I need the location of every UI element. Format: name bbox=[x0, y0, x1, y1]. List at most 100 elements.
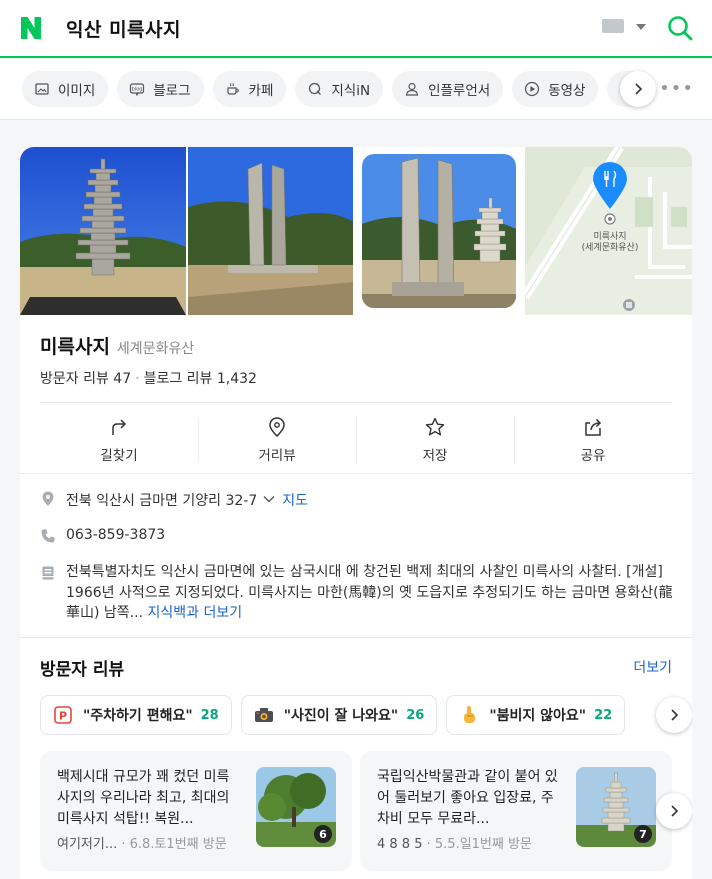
camera-icon bbox=[254, 705, 274, 725]
review-card[interactable]: 백제시대 규모가 꽤 컸던 미륵사지의 우리나라 최고, 최대의 미륵사지 석탑… bbox=[40, 751, 352, 871]
review-photo[interactable]: 6 bbox=[256, 767, 336, 847]
directions-icon bbox=[112, 418, 127, 435]
streetview-button[interactable]: 거리뷰 bbox=[198, 403, 356, 472]
visitor-review-count[interactable]: 방문자 리뷰 47 bbox=[40, 371, 131, 387]
search-query[interactable]: 익산 미륵사지 bbox=[66, 15, 181, 42]
keyword-chip[interactable]: P "주차하기 편해요" 28 bbox=[40, 695, 232, 735]
tab-label: 이미지 bbox=[58, 82, 96, 99]
map-label-category: (세계문화유산) bbox=[581, 241, 638, 253]
address-text[interactable]: 전북 익산시 금마면 기양리 32-7 bbox=[66, 490, 257, 510]
photo-count-badge: 7 bbox=[634, 825, 652, 843]
search-icon[interactable] bbox=[666, 14, 694, 42]
place-name[interactable]: 미륵사지 bbox=[40, 332, 110, 359]
keyword-text: "주차하기 편해요" bbox=[83, 708, 193, 724]
person-icon bbox=[404, 81, 420, 97]
place-category: 세계문화유산 bbox=[116, 341, 195, 357]
tab-label: 카페 bbox=[248, 82, 274, 99]
review-text: 백제시대 규모가 꽤 컸던 미륵사지의 우리나라 최고, 최대의 미륵사지 석탑… bbox=[57, 769, 230, 827]
tab-label: 지식iN bbox=[331, 82, 371, 99]
review-more-link[interactable]: 더보기 bbox=[633, 657, 672, 677]
review-visit-info: · 5.5.일1번째 방문 bbox=[426, 837, 532, 852]
review-meta: 4 8 8 5 · 5.5.일1번째 방문 bbox=[377, 833, 532, 852]
map-thumbnail[interactable]: 미륵사지 (세계문화유산) bbox=[524, 147, 692, 315]
action-label: 거리뷰 bbox=[258, 447, 296, 464]
chevron-right-icon bbox=[671, 805, 679, 817]
description: 전북특별자치도 익산시 금마면에 있는 삼국시대 에 창건된 백제 최대의 사찰… bbox=[66, 562, 676, 624]
review-photo[interactable]: 7 bbox=[576, 767, 656, 847]
review-text: 국립익산박물관과 같이 붙어 있어 둘러보기 좋아요 입장료, 주차비 모두 무… bbox=[377, 769, 558, 827]
tab-label: 인플루언서 bbox=[428, 82, 491, 99]
map-label: 미륵사지 bbox=[593, 231, 626, 242]
action-label: 길찾기 bbox=[100, 447, 138, 464]
map-link[interactable]: 지도 bbox=[282, 490, 308, 510]
encyclopedia-more-link[interactable]: 지식백과 더보기 bbox=[147, 605, 242, 621]
svg-text:P: P bbox=[59, 710, 67, 723]
action-label: 저장 bbox=[422, 447, 448, 464]
image-icon bbox=[34, 81, 50, 97]
keyword-chip[interactable]: "붐비지 않아요" 22 bbox=[446, 695, 626, 735]
streetview-pin-icon bbox=[269, 416, 285, 437]
review-cards-next-button[interactable] bbox=[656, 793, 692, 829]
tab-influencer[interactable]: 인플루언서 bbox=[392, 70, 504, 107]
phone-row: 063-859-3873 bbox=[40, 527, 165, 544]
divider bbox=[20, 473, 692, 474]
chevron-down-icon[interactable] bbox=[262, 492, 276, 506]
place-title-row: 미륵사지 세계문화유산 bbox=[40, 332, 194, 359]
pointing-hand-icon bbox=[459, 705, 479, 725]
location-pin-icon bbox=[42, 491, 54, 506]
tab-label: 블로그 bbox=[153, 82, 191, 99]
phone-icon bbox=[41, 529, 55, 543]
tab-video[interactable]: 동영상 bbox=[512, 70, 599, 107]
address-row: 전북 익산시 금마면 기양리 32-7 지도 bbox=[40, 490, 308, 510]
save-button[interactable]: 저장 bbox=[356, 403, 514, 472]
search-header: 익산 미륵사지 bbox=[0, 0, 712, 58]
chevron-right-icon bbox=[671, 709, 679, 721]
review-meta: 여기저기... · 6.8.토1번째 방문 bbox=[57, 833, 227, 852]
review-visit-info: · 6.8.토1번째 방문 bbox=[121, 837, 227, 852]
divider bbox=[20, 637, 692, 638]
keyword-text: "사진이 잘 나와요" bbox=[283, 708, 399, 724]
photo-pagoda[interactable] bbox=[20, 147, 186, 315]
search-tabs: 이미지 blog 블로그 카페 지식iN 인플루언서 동영상 ••• bbox=[0, 58, 712, 120]
tab-image[interactable]: 이미지 bbox=[22, 70, 109, 107]
share-button[interactable]: 공유 bbox=[514, 403, 672, 472]
review-keywords: P "주차하기 편해요" 28 "사진이 잘 나와요" 26 "붐비지 않아요"… bbox=[40, 695, 634, 735]
knowledge-q-icon bbox=[307, 81, 323, 97]
chevron-right-icon bbox=[635, 83, 643, 95]
keyword-chip[interactable]: "사진이 잘 나와요" 26 bbox=[240, 695, 438, 735]
svg-text:blog: blog bbox=[132, 86, 143, 92]
keyboard-icon[interactable] bbox=[602, 19, 624, 33]
place-actions: 길찾기 거리뷰 저장 공유 bbox=[40, 402, 672, 472]
share-icon bbox=[585, 418, 602, 436]
action-label: 공유 bbox=[580, 447, 606, 464]
phone-number[interactable]: 063-859-3873 bbox=[66, 527, 165, 543]
play-icon bbox=[524, 81, 540, 97]
naver-logo[interactable] bbox=[18, 15, 44, 41]
keyword-text: "붐비지 않아요" bbox=[489, 708, 587, 724]
blog-review-count[interactable]: 블로그 리뷰 1,432 bbox=[144, 371, 257, 387]
review-author: 4 8 8 5 bbox=[377, 837, 423, 852]
star-icon bbox=[425, 417, 445, 435]
tab-label: 동영상 bbox=[548, 82, 586, 99]
chevron-down-icon[interactable] bbox=[636, 24, 646, 30]
directions-button[interactable]: 길찾기 bbox=[40, 403, 198, 472]
tab-cafe[interactable]: 카페 bbox=[212, 70, 287, 107]
photo-flagpole-closeup[interactable] bbox=[355, 147, 523, 315]
visitor-review-title: 방문자 리뷰 bbox=[40, 660, 125, 680]
cafe-cup-icon bbox=[225, 81, 241, 97]
keyword-count: 22 bbox=[594, 707, 613, 723]
review-card[interactable]: 국립익산박물관과 같이 붙어 있어 둘러보기 좋아요 입장료, 주차비 모두 무… bbox=[360, 751, 672, 871]
keyword-count: 28 bbox=[200, 707, 219, 723]
tabs-next-button[interactable] bbox=[620, 71, 656, 107]
more-options-icon[interactable]: ••• bbox=[659, 80, 694, 98]
keywords-next-button[interactable] bbox=[656, 697, 692, 733]
review-counts: 방문자 리뷰 47 · 블로그 리뷰 1,432 bbox=[40, 368, 257, 388]
photo-flagpole-supports[interactable] bbox=[187, 147, 353, 315]
separator-dot: · bbox=[135, 371, 140, 387]
review-author: 여기저기... bbox=[57, 837, 118, 852]
keyword-count: 26 bbox=[406, 707, 425, 723]
tab-knowledge[interactable]: 지식iN bbox=[295, 70, 384, 107]
book-icon bbox=[42, 566, 54, 580]
blog-icon: blog bbox=[129, 81, 145, 97]
tab-blog[interactable]: blog 블로그 bbox=[117, 70, 204, 107]
